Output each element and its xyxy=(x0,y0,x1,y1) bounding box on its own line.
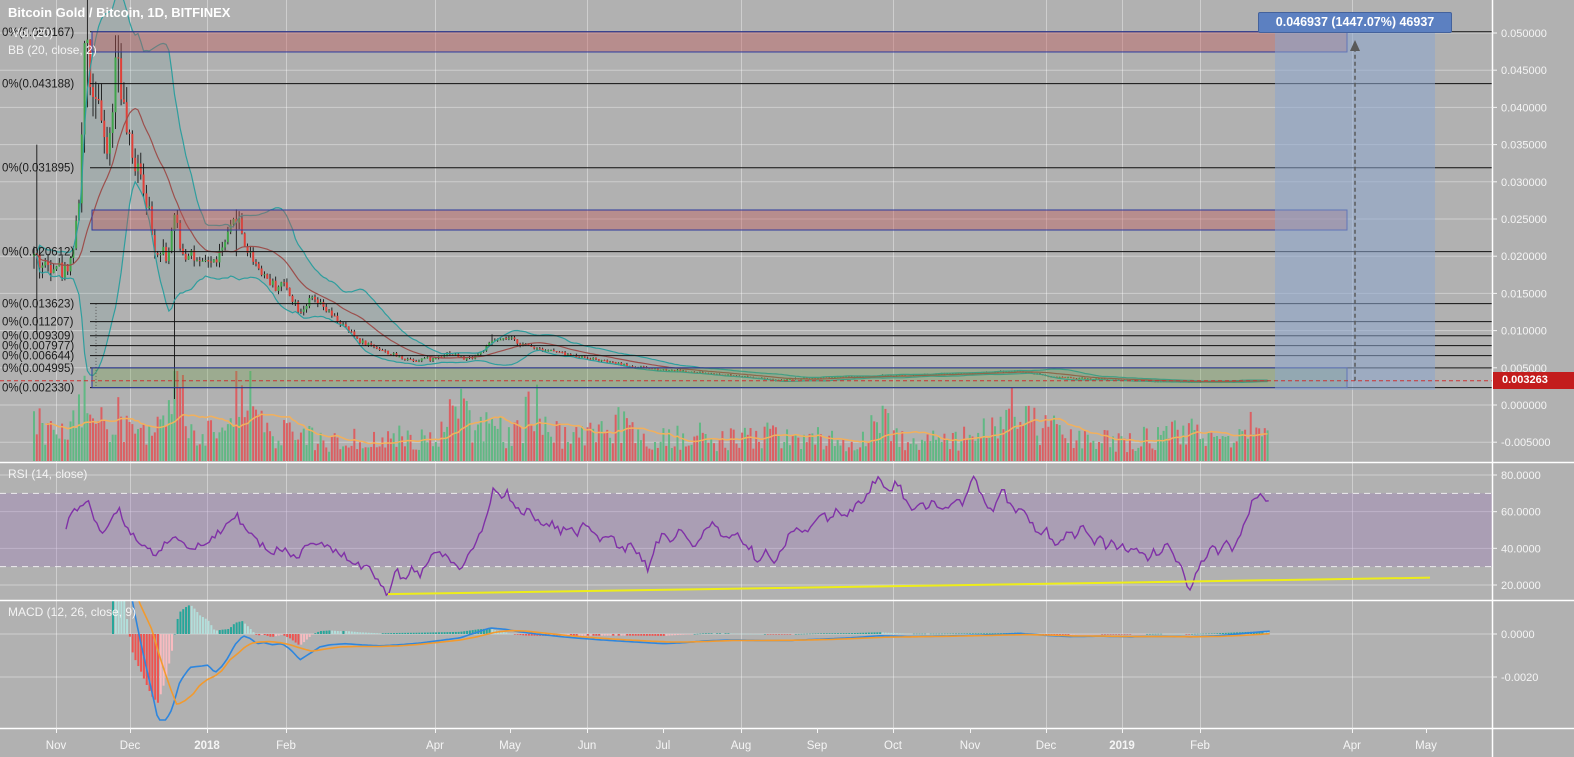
svg-text:0%(0.043188): 0%(0.043188) xyxy=(2,79,74,91)
svg-text:80.0000: 80.0000 xyxy=(1501,470,1541,482)
svg-text:0%(0.020612): 0%(0.020612) xyxy=(2,247,74,259)
svg-text:Feb: Feb xyxy=(1190,740,1210,752)
svg-text:0.010000: 0.010000 xyxy=(1501,326,1547,338)
svg-text:0.000000: 0.000000 xyxy=(1501,400,1547,412)
svg-text:0.050000: 0.050000 xyxy=(1501,28,1547,40)
svg-text:Nov: Nov xyxy=(46,740,67,752)
svg-text:Dec: Dec xyxy=(120,740,141,752)
svg-text:0%(0.011207): 0%(0.011207) xyxy=(2,317,74,329)
trading-chart-window: 0%(0.050167) 0%(0.043188) 0%(0.031895) 0%(0… xyxy=(0,0,1574,757)
svg-text:Dec: Dec xyxy=(1036,740,1057,752)
svg-text:-0.005000: -0.005000 xyxy=(1501,437,1551,449)
svg-text:40.0000: 40.0000 xyxy=(1501,543,1541,555)
svg-text:Jul: Jul xyxy=(656,740,671,752)
svg-text:0.0000: 0.0000 xyxy=(1501,629,1535,641)
svg-text:0.035000: 0.035000 xyxy=(1501,140,1547,152)
svg-text:2019: 2019 xyxy=(1109,740,1135,752)
svg-text:0.040000: 0.040000 xyxy=(1501,102,1547,114)
svg-text:0.005000: 0.005000 xyxy=(1501,363,1547,375)
svg-text:20.0000: 20.0000 xyxy=(1501,580,1541,592)
svg-text:0.025000: 0.025000 xyxy=(1501,214,1547,226)
svg-text:Oct: Oct xyxy=(884,740,903,752)
svg-text:0%(0.006644): 0%(0.006644) xyxy=(2,351,74,363)
svg-text:Sep: Sep xyxy=(807,740,827,752)
svg-text:Nov: Nov xyxy=(960,740,981,752)
svg-text:Apr: Apr xyxy=(426,740,444,752)
svg-text:0%(0.002330): 0%(0.002330) xyxy=(2,383,74,395)
svg-text:Feb: Feb xyxy=(276,740,296,752)
svg-text:0%(0.050167): 0%(0.050167) xyxy=(2,27,74,39)
svg-text:Aug: Aug xyxy=(731,740,751,752)
svg-text:May: May xyxy=(1415,740,1437,752)
svg-text:0%(0.031895): 0%(0.031895) xyxy=(2,163,74,175)
svg-text:0.015000: 0.015000 xyxy=(1501,288,1547,300)
svg-text:May: May xyxy=(499,740,521,752)
svg-text:-0.0020: -0.0020 xyxy=(1501,672,1538,684)
svg-text:0.045000: 0.045000 xyxy=(1501,65,1547,77)
svg-text:2018: 2018 xyxy=(194,740,220,752)
svg-text:Apr: Apr xyxy=(1343,740,1361,752)
svg-text:0.030000: 0.030000 xyxy=(1501,177,1547,189)
svg-text:Jun: Jun xyxy=(578,740,597,752)
svg-text:0%(0.004995): 0%(0.004995) xyxy=(2,363,74,375)
svg-text:60.0000: 60.0000 xyxy=(1501,507,1541,519)
chart-canvas[interactable]: 0%(0.050167) 0%(0.043188) 0%(0.031895) 0%(0… xyxy=(0,0,1574,757)
svg-text:0%(0.013623): 0%(0.013623) xyxy=(2,299,74,311)
svg-text:0.020000: 0.020000 xyxy=(1501,251,1547,263)
